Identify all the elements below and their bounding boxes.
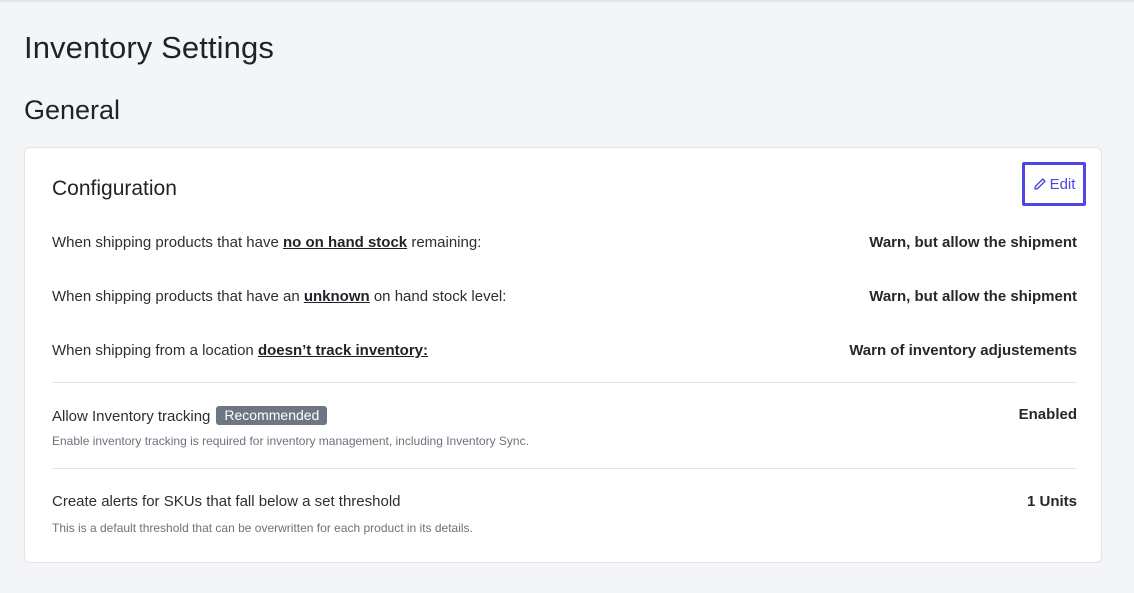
label-emphasis: doesn’t track inventory: xyxy=(257,342,428,359)
edit-label: Edit xyxy=(1049,175,1076,193)
setting-label: When shipping products that have no on h… xyxy=(52,234,481,251)
setting-value: Warn, but allow the shipment xyxy=(869,234,1077,251)
configuration-card: Configuration Edit When shipping product… xyxy=(24,147,1102,563)
divider xyxy=(52,468,1077,469)
divider xyxy=(52,382,1077,383)
setting-value: Warn, but allow the shipment xyxy=(869,288,1077,305)
edit-button[interactable]: Edit xyxy=(1022,162,1086,206)
pencil-icon xyxy=(1033,177,1047,191)
setting-value: Warn of inventory adjustements xyxy=(849,342,1077,359)
setting-label: Create alerts for SKUs that fall below a… xyxy=(52,493,401,510)
tracking-label: Allow Inventory tracking xyxy=(52,408,211,425)
label-suffix: on hand stock level: xyxy=(369,288,507,305)
page-title: Inventory Settings xyxy=(24,30,274,65)
setting-label: Allow Inventory tracking Recommended xyxy=(52,406,328,425)
setting-label: When shipping from a location doesn’t tr… xyxy=(52,342,428,359)
label-prefix: When shipping products that have xyxy=(52,234,283,251)
recommended-badge: Recommended xyxy=(216,406,328,425)
setting-value: 1 Units xyxy=(1026,493,1077,510)
card-title: Configuration xyxy=(52,177,177,200)
label-emphasis: no on hand stock xyxy=(282,234,408,251)
setting-hint: Enable inventory tracking is required fo… xyxy=(52,434,529,448)
label-prefix: When shipping from a location xyxy=(52,342,258,359)
setting-hint: This is a default threshold that can be … xyxy=(52,521,473,535)
setting-label: When shipping products that have an unkn… xyxy=(52,288,506,305)
label-suffix: remaining: xyxy=(407,234,482,251)
section-title-general: General xyxy=(24,95,121,125)
label-emphasis: unknown xyxy=(303,288,370,305)
label-prefix: When shipping products that have an xyxy=(52,288,304,305)
top-divider xyxy=(0,0,1134,2)
setting-value: Enabled xyxy=(1018,406,1077,423)
